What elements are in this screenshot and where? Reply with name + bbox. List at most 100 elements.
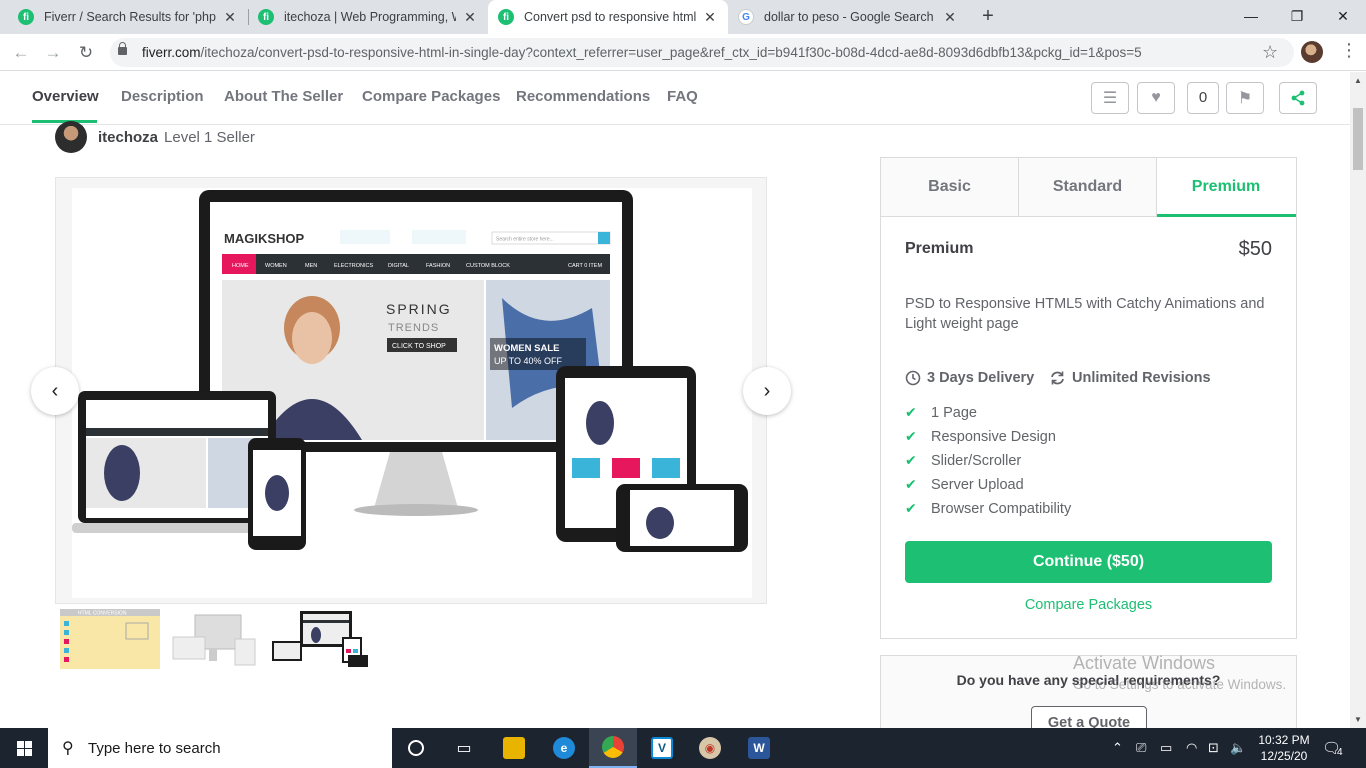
system-clock[interactable]: 10:32 PM 12/25/20 bbox=[1256, 732, 1312, 764]
tab-basic[interactable]: Basic bbox=[881, 158, 1019, 216]
mock-trends-text: TRENDS bbox=[388, 322, 439, 334]
restore-icon[interactable]: ❐ bbox=[1282, 4, 1312, 28]
paint-button[interactable]: ◉ bbox=[686, 728, 734, 768]
back-icon[interactable]: ← bbox=[9, 41, 33, 65]
browser-tab-active[interactable]: fi Convert psd to responsive html b ✕ bbox=[488, 0, 728, 34]
page-content: Overview Description About The Seller Co… bbox=[0, 72, 1350, 728]
subnav-about-seller[interactable]: About The Seller bbox=[224, 88, 343, 105]
url-domain: fiverr.com bbox=[142, 45, 201, 60]
thumbnail-label: HTML CONVERSION bbox=[78, 611, 127, 617]
browser-tab-itechoza[interactable]: fi itechoza | Web Programming, Wo ✕ bbox=[248, 0, 488, 34]
tab-title: Convert psd to responsive html b bbox=[524, 10, 696, 24]
file-explorer-button[interactable] bbox=[490, 728, 538, 768]
word-button[interactable]: W bbox=[735, 728, 783, 768]
compare-packages-label[interactable]: Compare Packages bbox=[1025, 597, 1152, 613]
scroll-up-icon[interactable]: ▲ bbox=[1353, 76, 1363, 85]
subnav-overview[interactable]: Overview bbox=[32, 88, 99, 105]
palette-icon: ◉ bbox=[699, 737, 721, 759]
gallery-thumbnail-2[interactable] bbox=[165, 609, 265, 669]
chrome-button[interactable] bbox=[589, 728, 637, 768]
subnav-recommendations[interactable]: Recommendations bbox=[516, 88, 650, 105]
gallery-next-button[interactable]: › bbox=[743, 367, 791, 415]
mock-saleoff-text: UP TO 40% OFF bbox=[494, 356, 563, 366]
volume-icon[interactable]: 🔈 bbox=[1230, 728, 1246, 768]
mock-search-text: Search entire store here... bbox=[496, 237, 554, 243]
seller-avatar[interactable] bbox=[55, 121, 87, 153]
wifi-icon[interactable]: ◠ bbox=[1186, 728, 1197, 768]
feature-item: ✔ Responsive Design bbox=[905, 428, 1056, 445]
get-a-quote-button[interactable]: Get a Quote bbox=[1031, 706, 1147, 728]
gallery-image[interactable]: MAGIKSHOP Search entire store here... HO… bbox=[72, 188, 752, 598]
gallery-thumbnail-1[interactable]: HTML CONVERSION bbox=[60, 609, 160, 669]
close-icon[interactable]: ✕ bbox=[222, 9, 238, 26]
browser-menu-icon[interactable]: ⋮ bbox=[1340, 40, 1358, 61]
page-scrollbar[interactable]: ▲ ▼ bbox=[1350, 72, 1366, 728]
google-favicon-icon: G bbox=[738, 9, 754, 25]
task-view-icon: ▭ bbox=[456, 740, 472, 757]
folder-icon bbox=[503, 737, 525, 759]
flag-icon: ⚑ bbox=[1237, 90, 1253, 107]
battery-icon[interactable]: ▭ bbox=[1160, 728, 1172, 768]
address-bar[interactable]: fiverr.com/itechoza/convert-psd-to-respo… bbox=[110, 38, 1294, 67]
clock-icon bbox=[905, 370, 921, 386]
security-icon[interactable]: ⊡ bbox=[1208, 728, 1219, 768]
browser-tab-google[interactable]: G dollar to peso - Google Search ✕ bbox=[728, 0, 968, 34]
clock-date: 12/25/20 bbox=[1260, 749, 1308, 763]
gallery-thumbnail-3[interactable] bbox=[270, 609, 370, 669]
share-button[interactable] bbox=[1279, 82, 1317, 114]
new-tab-icon[interactable]: + bbox=[977, 5, 999, 27]
windows-logo-icon bbox=[16, 740, 32, 756]
bookmark-star-icon[interactable]: ☆ bbox=[1262, 42, 1278, 63]
v-app-icon: V bbox=[651, 737, 673, 759]
revisions: Unlimited Revisions bbox=[1049, 370, 1211, 386]
checkmark-icon: ✔ bbox=[905, 452, 917, 468]
scrollbar-thumb[interactable] bbox=[1353, 108, 1363, 170]
window-close-icon[interactable]: ✕ bbox=[1328, 4, 1358, 28]
cortana-circle-icon bbox=[408, 740, 424, 756]
gallery-prev-button[interactable]: ‹ bbox=[31, 367, 79, 415]
devices-mockup-image: MAGIKSHOP Search entire store here... HO… bbox=[72, 190, 748, 552]
meet-now-icon[interactable]: ⎚ bbox=[1136, 728, 1146, 768]
forward-icon[interactable]: → bbox=[41, 41, 65, 65]
close-icon[interactable]: ✕ bbox=[942, 9, 958, 26]
tab-standard[interactable]: Standard bbox=[1019, 158, 1157, 216]
menu-lines-button[interactable]: ☰ bbox=[1091, 82, 1129, 114]
feature-label: Slider/Scroller bbox=[931, 452, 1022, 469]
notifications-button[interactable]: 🗨 4 bbox=[1322, 728, 1343, 768]
like-button[interactable]: ♥ bbox=[1137, 82, 1175, 114]
clock-time: 10:32 PM bbox=[1258, 733, 1310, 747]
tab-premium[interactable]: Premium bbox=[1157, 158, 1296, 217]
fiverr-favicon-icon: fi bbox=[258, 9, 274, 25]
word-icon: W bbox=[748, 737, 770, 759]
checkmark-icon: ✔ bbox=[905, 476, 917, 492]
continue-button[interactable]: Continue ($50) bbox=[905, 541, 1272, 583]
show-hidden-icons[interactable]: ⌃ bbox=[1112, 728, 1123, 768]
taskbar-search[interactable]: ⚲ Type here to search bbox=[48, 728, 392, 768]
edge-button[interactable]: e bbox=[540, 728, 588, 768]
package-title: Premium bbox=[905, 240, 974, 257]
mock-brand-text: MAGIKSHOP bbox=[224, 231, 305, 246]
browser-tab-fiverr-search[interactable]: fi Fiverr / Search Results for 'php er ✕ bbox=[8, 0, 248, 34]
close-icon[interactable]: ✕ bbox=[462, 9, 478, 26]
tab-title: itechoza | Web Programming, Wo bbox=[284, 10, 456, 24]
vscode-button[interactable]: V bbox=[638, 728, 686, 768]
search-placeholder: Type here to search bbox=[88, 739, 221, 757]
search-icon: ⚲ bbox=[62, 740, 74, 757]
report-button[interactable]: ⚑ bbox=[1226, 82, 1264, 114]
cortana-button[interactable] bbox=[392, 728, 440, 768]
minimize-icon[interactable]: — bbox=[1236, 4, 1266, 28]
subnav-compare-packages[interactable]: Compare Packages bbox=[362, 88, 500, 105]
task-view-button[interactable]: ▭ bbox=[440, 728, 488, 768]
reload-icon[interactable]: ↻ bbox=[74, 41, 98, 65]
chevron-left-icon: ‹ bbox=[51, 379, 59, 402]
subnav-faq[interactable]: FAQ bbox=[667, 88, 698, 105]
package-tabs: Basic Standard Premium bbox=[881, 158, 1296, 217]
seller-name[interactable]: itechoza bbox=[98, 129, 158, 146]
subnav-description[interactable]: Description bbox=[121, 88, 204, 105]
lock-icon[interactable] bbox=[118, 42, 127, 55]
chevron-right-icon: › bbox=[763, 379, 771, 402]
start-button[interactable] bbox=[0, 728, 48, 768]
close-icon[interactable]: ✕ bbox=[702, 9, 718, 26]
scroll-down-icon[interactable]: ▼ bbox=[1353, 715, 1363, 724]
profile-avatar[interactable] bbox=[1301, 41, 1323, 63]
